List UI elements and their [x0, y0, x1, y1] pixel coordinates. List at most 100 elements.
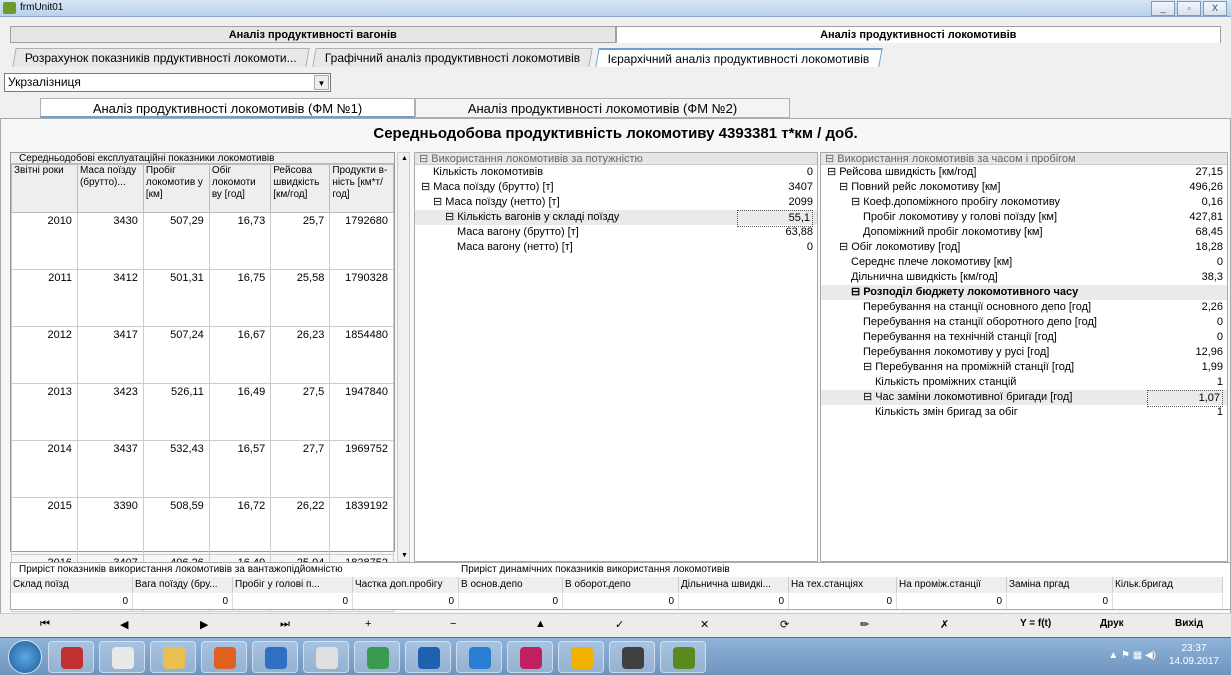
- tree-row-value[interactable]: 68,45: [1195, 225, 1223, 240]
- column-header[interactable]: Продукти в- ність [км*т/год]: [329, 164, 394, 213]
- exit-button[interactable]: Вихід: [1175, 618, 1203, 629]
- tree-row[interactable]: Маса вагону (нетто) [т] 0: [415, 240, 817, 255]
- expand-toggle-icon[interactable]: ⊟: [839, 241, 848, 253]
- growth-cell[interactable]: 0: [897, 594, 1007, 609]
- tree-row[interactable]: Перебування на технічній станції [год] 0: [821, 330, 1227, 345]
- table-cell[interactable]: 532,43: [142, 440, 210, 498]
- taskbar-paint-icon[interactable]: [303, 641, 349, 673]
- tree-row-value[interactable]: 0: [807, 240, 813, 255]
- next-button[interactable]: ▶: [200, 618, 208, 631]
- tree-row-value[interactable]: 18,28: [1195, 240, 1223, 255]
- scroll-down-icon[interactable]: ▼: [401, 552, 408, 559]
- table-cell[interactable]: 2013: [11, 383, 78, 441]
- table-cell[interactable]: 508,59: [142, 497, 210, 555]
- growth-column-header[interactable]: Частка доп.пробігу: [353, 577, 459, 593]
- table-cell[interactable]: 26,23: [270, 326, 331, 384]
- column-header[interactable]: Звітні роки: [11, 164, 78, 213]
- tree-row-value[interactable]: 1: [1217, 405, 1223, 420]
- tree-row[interactable]: ⊟ Обіг локомотиву [год] 18,28: [821, 240, 1227, 255]
- tab-locomotive-analysis[interactable]: Аналіз продуктивності локомотивів: [615, 26, 1221, 43]
- table-cell[interactable]: 16,49: [208, 383, 272, 441]
- table-cell[interactable]: 1790328: [329, 269, 394, 327]
- tray-icons[interactable]: ▲ ⚑ ▦ ◀): [1108, 650, 1156, 661]
- taskbar-save-icon[interactable]: [252, 641, 298, 673]
- delete-button[interactable]: −: [450, 618, 456, 630]
- tree-row[interactable]: ⊟ Кількість вагонів у складі поїзду 55,1: [415, 210, 817, 227]
- tree-row[interactable]: Перебування на станції оборотного депо […: [821, 315, 1227, 330]
- taskbar-note-icon[interactable]: [507, 641, 553, 673]
- tree-row[interactable]: ⊟ Розподіл бюджету локомотивного часу: [821, 285, 1227, 300]
- tree-row[interactable]: Перебування локомотиву у русі [год] 12,96: [821, 345, 1227, 360]
- edit-button[interactable]: ▲: [535, 618, 546, 630]
- tree-row[interactable]: ⊟ Коеф.допоміжного пробігу локомотиву 0,16: [821, 195, 1227, 210]
- growth-cell[interactable]: 0: [563, 594, 679, 609]
- start-button[interactable]: [8, 640, 42, 674]
- column-header[interactable]: Обіг локомоти ву [год]: [208, 164, 272, 213]
- tab-fm2[interactable]: Аналіз продуктивності локомотивів (ФМ №2…: [415, 98, 790, 118]
- table-cell[interactable]: 2011: [11, 269, 78, 327]
- post-button[interactable]: ✓: [615, 618, 624, 631]
- expand-toggle-icon[interactable]: ⊟: [839, 181, 848, 193]
- tree-row[interactable]: ⊟ Рейсова швидкість [км/год] 27,15: [821, 165, 1227, 180]
- expand-toggle-icon[interactable]: ⊟: [445, 211, 454, 223]
- growth-column-header[interactable]: Дільнична швидкі...: [679, 577, 789, 593]
- tree-row-value[interactable]: 27,15: [1195, 165, 1223, 180]
- plot-button[interactable]: Y = f(t): [1020, 618, 1051, 629]
- tree-row[interactable]: ⊟ Перебування на проміжній станції [год] 1…: [821, 360, 1227, 375]
- table-cell[interactable]: 16,67: [208, 326, 272, 384]
- clock[interactable]: 23:37 14.09.2017: [1169, 642, 1219, 668]
- growth-cell[interactable]: 0: [353, 594, 459, 609]
- expand-toggle-icon[interactable]: ⊟: [433, 196, 442, 208]
- scroll-up-icon[interactable]: ▲: [401, 155, 408, 162]
- tree-row-value[interactable]: 2,26: [1202, 300, 1223, 315]
- last-button[interactable]: ⏭: [280, 618, 290, 631]
- table-cell[interactable]: 3437: [76, 440, 144, 498]
- growth-column-header[interactable]: На тех.станціях: [789, 577, 897, 593]
- railway-select[interactable]: Укрзалізниця ▼: [4, 73, 331, 92]
- table-cell[interactable]: 25,58: [270, 269, 331, 327]
- taskbar-camera-icon[interactable]: [609, 641, 655, 673]
- table-cell[interactable]: 2014: [11, 440, 78, 498]
- growth-cell[interactable]: 0: [1007, 594, 1113, 609]
- tree-row[interactable]: Маса вагону (брутто) [т] 63,88: [415, 225, 817, 240]
- taskbar-delphi-app-icon[interactable]: [660, 641, 706, 673]
- table-cell[interactable]: 3412: [76, 269, 144, 327]
- tree-row[interactable]: ⊟ Повний рейс локомотиву [км] 496,26: [821, 180, 1227, 195]
- tree-row[interactable]: Перебування на станції основного депо [г…: [821, 300, 1227, 315]
- expand-toggle-icon[interactable]: ⊟: [851, 196, 860, 208]
- column-header[interactable]: Маса поїзду (брутто)...: [76, 164, 144, 213]
- growth-cell[interactable]: 0: [679, 594, 789, 609]
- expand-toggle-icon[interactable]: ⊟: [863, 391, 872, 403]
- growth-column-header[interactable]: Склад поїзд: [11, 577, 133, 593]
- indicators-grid[interactable]: Середньодобові експлуатаційні показники …: [10, 152, 395, 612]
- tab-graphic-analysis[interactable]: Графічний аналіз продуктивності локомоти…: [312, 48, 593, 67]
- refresh-button[interactable]: ⟳: [780, 618, 789, 631]
- expand-toggle-icon[interactable]: ⊟: [863, 361, 872, 373]
- column-header[interactable]: Рейсова швидкість [км/год]: [270, 164, 331, 213]
- table-cell[interactable]: 501,31: [142, 269, 210, 327]
- tree-row[interactable]: Кількість локомотивів 0: [415, 165, 817, 180]
- tab-fm1[interactable]: Аналіз продуктивності локомотивів (ФМ №1…: [40, 98, 415, 118]
- growth-column-header[interactable]: На проміж.станції: [897, 577, 1007, 593]
- tree-row[interactable]: Середнє плече локомотиву [км] 0: [821, 255, 1227, 270]
- tree-row[interactable]: Кількість змін бригад за обіг 1: [821, 405, 1227, 420]
- table-cell[interactable]: 1792680: [329, 212, 394, 270]
- expand-toggle-icon[interactable]: ⊟: [851, 286, 860, 298]
- table-cell[interactable]: 3423: [76, 383, 144, 441]
- tree-row-value[interactable]: 63,88: [785, 225, 813, 240]
- table-cell[interactable]: 25,7: [270, 212, 331, 270]
- tree-row-value[interactable]: 1,99: [1202, 360, 1223, 375]
- table-cell[interactable]: 2010: [11, 212, 78, 270]
- expand-toggle-icon[interactable]: ⊟: [421, 181, 430, 193]
- insert-button[interactable]: +: [365, 618, 371, 630]
- table-row[interactable]: 2010 3430 507,29 16,73 25,7 1792680: [11, 212, 394, 270]
- time-usage-tree[interactable]: ⊟ Використання локомотивів за часом і пр…: [820, 152, 1228, 562]
- tree-row[interactable]: Кількість проміжних станцій 1: [821, 375, 1227, 390]
- grid-scrollbar[interactable]: ▲ ▼: [397, 152, 410, 562]
- tree-row-value[interactable]: 0: [807, 165, 813, 180]
- tab-calculation[interactable]: Розрахунок показників прдуктивності локо…: [12, 48, 310, 67]
- growth-column-header[interactable]: Кільк.бригад: [1113, 577, 1223, 593]
- tree-row-value[interactable]: 496,26: [1189, 180, 1223, 195]
- clear-filter-button[interactable]: ✗: [940, 618, 949, 631]
- table-cell[interactable]: 3417: [76, 326, 144, 384]
